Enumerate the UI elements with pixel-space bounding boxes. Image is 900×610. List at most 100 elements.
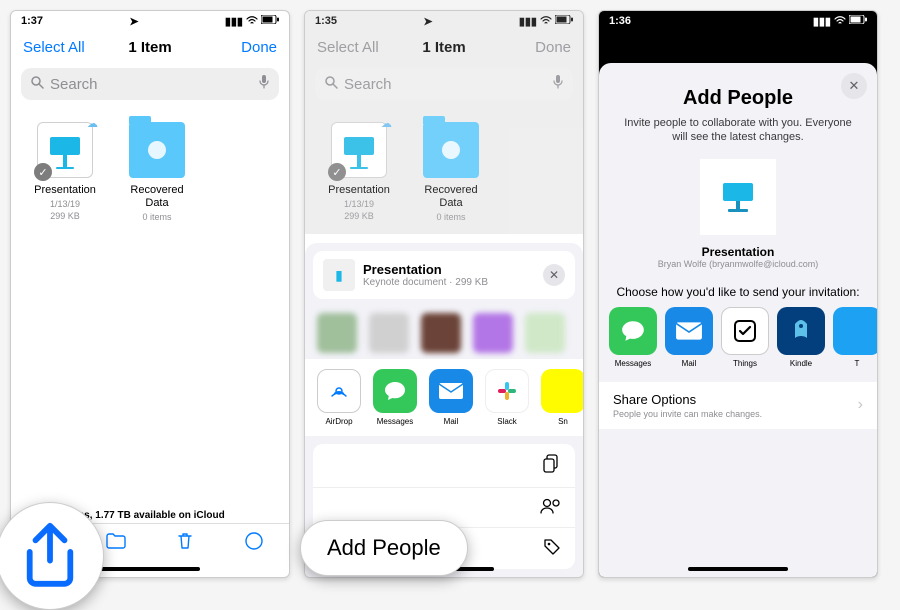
search-icon [31,76,44,93]
kindle-button[interactable]: Kindle [777,307,825,368]
document-name: Presentation [599,245,877,259]
folder-icon [423,122,479,178]
more-button[interactable] [245,532,263,555]
nav-arrow-icon: ➤ [423,15,432,28]
callout-text: Add People [327,535,441,561]
contact-avatar[interactable] [369,313,409,353]
app-label: Things [721,359,769,368]
dimmed-background: 1:35 ➤ ▮▮▮ Select All 1 Item Done Search… [305,11,583,234]
nav-bar: Select All 1 Item Done [305,31,583,64]
contact-avatar[interactable] [473,313,513,353]
file-date: 1/13/19 [29,199,101,209]
messages-button[interactable]: Messages [373,369,417,426]
copy-icon [543,454,561,477]
app-label: Mail [429,417,473,426]
messages-icon [373,369,417,413]
close-share-button[interactable]: ✕ [543,264,565,286]
nav-bar: Select All 1 Item Done [11,31,289,64]
close-button[interactable]: ✕ [841,73,867,99]
app-label: Sn [541,417,584,426]
battery-icon [849,15,867,27]
share-doc-thumbnail-icon: ▮ [323,259,355,291]
status-bar: 1:37 ➤ ▮▮▮ [11,11,289,31]
contact-avatar[interactable] [317,313,357,353]
home-indicator[interactable] [100,567,200,571]
done-button[interactable]: Done [192,39,277,56]
cloud-download-icon: ☁ [381,117,392,130]
app-label: Messages [609,359,657,368]
share-doc-subtitle: Keynote document · 299 KB [363,277,488,288]
mail-icon [665,307,713,355]
select-all-button[interactable]: Select All [23,39,108,56]
document-preview-icon [700,159,776,235]
selected-check-icon: ✓ [328,163,346,181]
copy-action[interactable] [313,444,575,488]
file-date: 1/13/19 [323,199,395,209]
app-partial[interactable]: Sn [541,369,584,426]
app-label: AirDrop [317,417,361,426]
file-name: Presentation [323,184,395,197]
search-field[interactable]: Search [21,68,279,100]
folder-button[interactable] [106,533,126,554]
folder-meta: 0 items [121,212,193,222]
folder-icon [129,122,185,178]
card-description: Invite people to collaborate with you. E… [599,110,877,155]
cloud-download-icon: ☁ [87,117,98,130]
tag-icon [543,538,561,559]
folder-name: Recovered Data [121,184,193,210]
select-all-button: Select All [317,39,402,56]
airdrop-button[interactable]: AirDrop [317,369,361,426]
share-options-button[interactable]: Share Options People you invite can make… [599,382,877,429]
app-label: Messages [373,417,417,426]
selected-check-icon: ✓ [34,163,52,181]
wifi-icon [246,15,258,28]
chevron-right-icon: › [858,396,863,414]
signal-icon: ▮▮▮ [519,15,537,28]
share-doc-title: Presentation [363,262,488,277]
signal-icon: ▮▮▮ [225,15,243,28]
status-time: 1:35 [315,15,337,27]
things-button[interactable]: Things [721,307,769,368]
mail-button[interactable]: Mail [665,307,713,368]
document-owner: Bryan Wolfe (bryanmwolfe@icloud.com) [599,259,877,269]
trash-button[interactable] [178,532,192,555]
file-presentation[interactable]: ✓☁ Presentation 1/13/19 299 KB [29,122,101,222]
mic-icon[interactable] [259,75,269,93]
contact-avatar[interactable] [525,313,565,353]
signal-icon: ▮▮▮ [813,15,831,28]
slack-button[interactable]: Slack [485,369,529,426]
callout-add-people-label: Add People [300,520,468,576]
app-label: Kindle [777,359,825,368]
app-partial[interactable]: T [833,307,878,368]
invitation-prompt: Choose how you'd like to send your invit… [609,285,867,299]
status-bar: 1:35 ➤ ▮▮▮ [305,11,583,31]
mail-button[interactable]: Mail [429,369,473,426]
search-placeholder: Search [344,76,392,93]
airdrop-icon [317,369,361,413]
file-name: Presentation [29,184,101,197]
status-time: 1:37 [21,15,43,27]
airdrop-people-row [305,307,583,359]
folder-recovered-data[interactable]: Recovered Data 0 items [121,122,193,222]
app-icon [541,369,584,413]
status-right: ▮▮▮ [519,15,573,28]
add-people-card: ✕ Add People Invite people to collaborat… [599,63,877,577]
wifi-icon [540,15,552,28]
status-right: ▮▮▮ [225,15,279,28]
messages-button[interactable]: Messages [609,307,657,368]
mail-icon [429,369,473,413]
nav-arrow-icon: ➤ [129,15,138,28]
card-title: Add People [599,87,877,110]
status-time: 1:36 [609,15,631,27]
file-grid: ✓☁ Presentation 1/13/19 299 KB Recovered… [305,110,583,234]
home-indicator[interactable] [688,567,788,571]
status-right: ▮▮▮ [813,15,867,28]
slack-icon [485,369,529,413]
contact-avatar[interactable] [421,313,461,353]
file-presentation: ✓☁ Presentation 1/13/19 299 KB [323,122,395,222]
share-options-title: Share Options [613,392,858,407]
file-grid: ✓☁ Presentation 1/13/19 299 KB Recovered… [11,110,289,234]
app-label: T [833,359,878,368]
things-icon [721,307,769,355]
folder-meta: 0 items [415,212,487,222]
